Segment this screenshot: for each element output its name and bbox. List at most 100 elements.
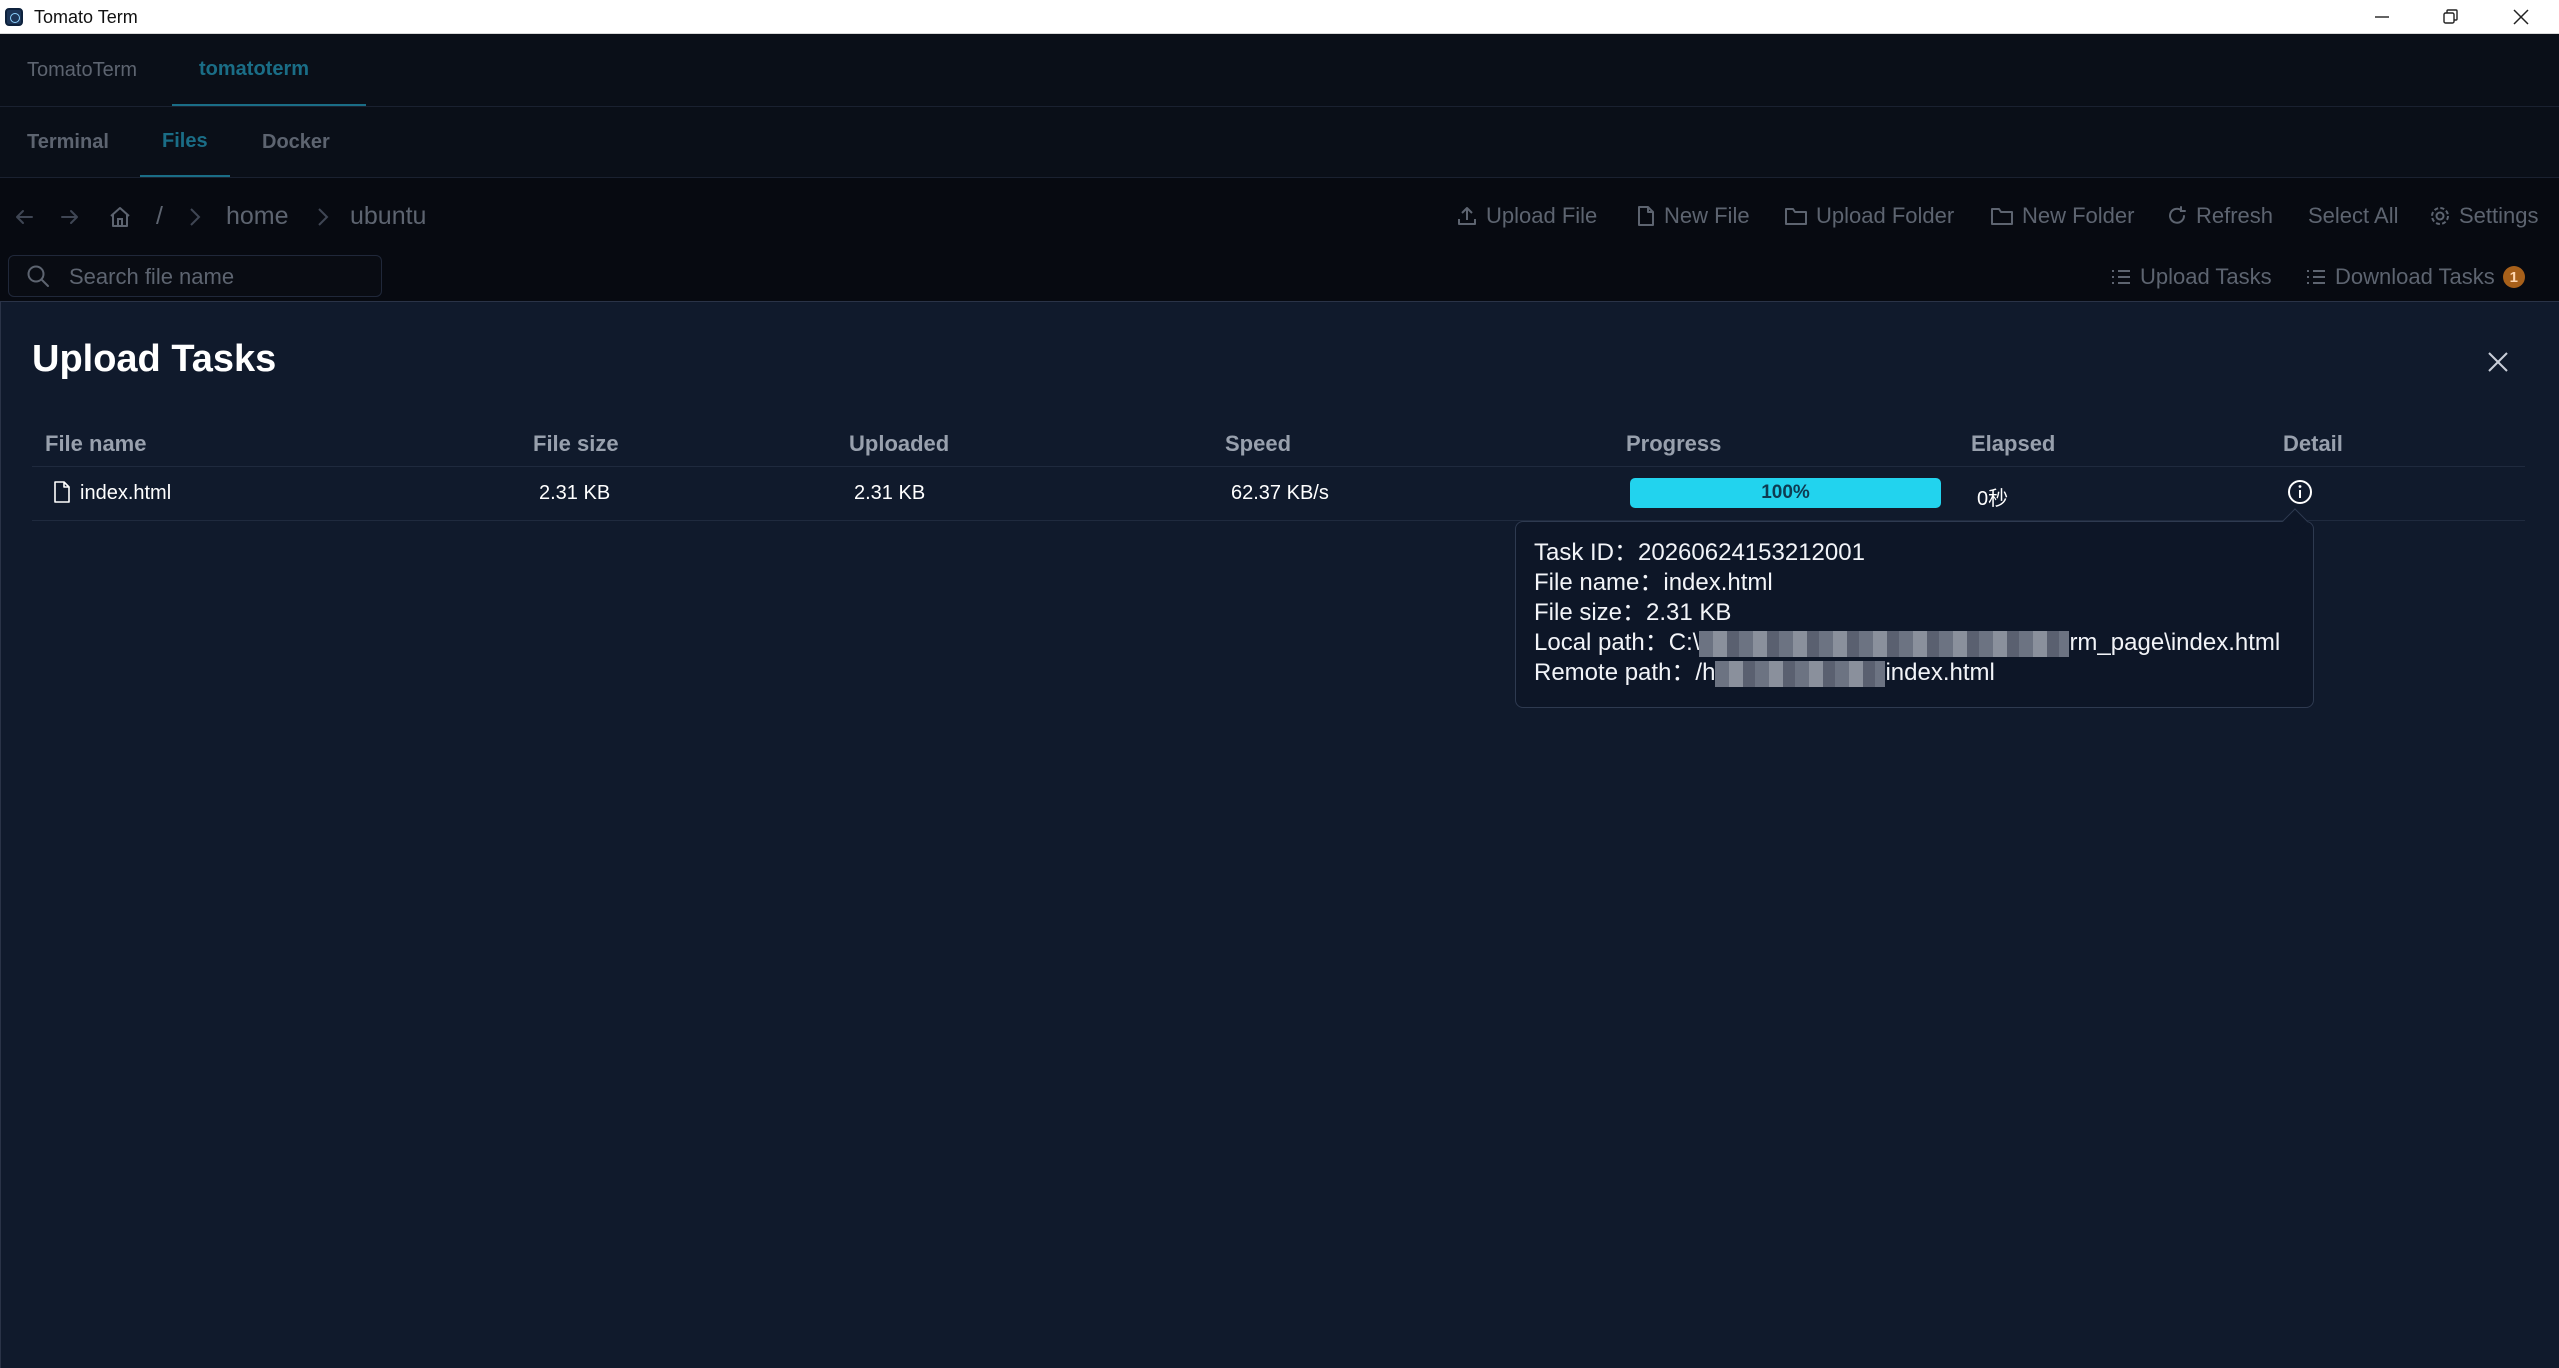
row-detail-button[interactable]: [2286, 478, 2314, 506]
tooltip-task-id-label: Task ID：: [1534, 539, 1639, 566]
settings-label: Settings: [2459, 203, 2539, 228]
refresh-icon: [2169, 206, 2186, 224]
column-header-file-size: File size: [533, 431, 619, 456]
file-plus-icon: [1638, 206, 1654, 226]
row-progress-bar: 100%: [1630, 478, 1941, 508]
tooltip-file-size-value: 2.31 KB: [1646, 599, 1732, 626]
folder-plus-icon: [1991, 208, 2013, 225]
tooltip-task-id: Task ID：20260624153212001: [1534, 538, 2295, 568]
download-tasks-button[interactable]: Download Tasks 1: [2305, 264, 2525, 290]
row-speed: 62.37 KB/s: [1231, 482, 1329, 504]
tooltip-remote-path: Remote path：/h index.html: [1534, 658, 2295, 688]
home-button[interactable]: [107, 204, 133, 230]
tab-docker[interactable]: Docker: [262, 107, 330, 177]
tab-files[interactable]: Files: [140, 107, 230, 177]
sub-tab-bar: Terminal Files Docker: [0, 107, 2559, 178]
row-uploaded: 2.31 KB: [854, 482, 926, 504]
download-tasks-label: Download Tasks: [2335, 264, 2495, 289]
tooltip-task-id-value: 20260624153212001: [1638, 539, 1865, 566]
breadcrumb-root[interactable]: /: [156, 202, 163, 231]
row-elapsed: 0秒: [1977, 488, 2009, 510]
upload-icon: [1458, 207, 1476, 225]
task-detail-tooltip: Task ID：20260624153212001 File name：inde…: [1515, 521, 2314, 708]
close-icon: [2513, 9, 2529, 25]
minimize-button[interactable]: [2348, 0, 2416, 34]
tooltip-file-name-label: File name：: [1534, 569, 1664, 596]
breadcrumb-separator-icon: [184, 206, 206, 228]
column-header-file-name: File name: [45, 431, 147, 456]
new-file-label: New File: [1664, 203, 1750, 228]
table-header-divider: [32, 466, 2525, 467]
home-icon: [110, 207, 130, 227]
select-all-label: Select All: [2308, 203, 2399, 228]
row-file-name: index.html: [80, 482, 172, 504]
column-header-speed: Speed: [1225, 431, 1292, 456]
search-field[interactable]: [8, 255, 382, 297]
arrow-left-icon: [16, 210, 33, 224]
workspace-tab-bar: TomatoTerm tomatoterm: [0, 34, 2559, 107]
new-folder-button[interactable]: New Folder: [1990, 203, 2134, 229]
upload-file-label: Upload File: [1486, 203, 1598, 228]
upload-tasks-button[interactable]: Upload Tasks: [2110, 264, 2272, 290]
close-icon: [2488, 352, 2508, 372]
tooltip-file-size-label: File size：: [1534, 599, 1647, 626]
tooltip-local-path-start: C:\: [1668, 629, 1700, 656]
tooltip-remote-path-start: /h: [1695, 659, 1716, 686]
column-header-progress: Progress: [1626, 431, 1722, 456]
panel-title: Upload Tasks: [32, 338, 277, 380]
refresh-label: Refresh: [2196, 203, 2274, 228]
tooltip-remote-path-end: index.html: [1885, 659, 1995, 686]
arrow-right-icon: [61, 210, 78, 224]
minimize-icon: [2375, 16, 2389, 18]
close-window-button[interactable]: [2487, 0, 2555, 34]
app-logo-icon: [5, 8, 23, 26]
select-all-button[interactable]: Select All: [2308, 203, 2399, 229]
column-header-detail: Detail: [2283, 431, 2343, 456]
new-file-button[interactable]: New File: [1636, 203, 1750, 229]
restore-button[interactable]: [2417, 0, 2485, 34]
window-titlebar: Tomato Term: [0, 0, 2559, 34]
upload-folder-button[interactable]: Upload Folder: [1784, 203, 1954, 229]
restore-icon: [2443, 9, 2458, 24]
tooltip-local-path: Local path：C:\ rm_page\index.html: [1534, 628, 2295, 658]
tooltip-remote-path-label: Remote path：: [1534, 659, 1696, 686]
settings-button[interactable]: Settings: [2429, 203, 2539, 229]
tab-terminal[interactable]: Terminal: [27, 107, 109, 177]
upload-tasks-label: Upload Tasks: [2140, 264, 2272, 289]
tooltip-file-name: File name：index.html: [1534, 568, 2295, 598]
column-header-uploaded: Uploaded: [849, 431, 950, 456]
file-icon: [54, 481, 70, 503]
tooltip-local-path-end: rm_page\index.html: [2069, 629, 2281, 656]
tooltip-file-size: File size：2.31 KB: [1534, 598, 2295, 628]
window-title: Tomato Term: [34, 7, 138, 27]
workspace-tab-tomatoterm-app[interactable]: TomatoTerm: [0, 34, 172, 106]
upload-file-button[interactable]: Upload File: [1456, 203, 1597, 229]
folder-upload-icon: [1785, 208, 1807, 225]
forward-button[interactable]: [58, 205, 82, 229]
breadcrumb-ubuntu[interactable]: ubuntu: [350, 202, 426, 231]
tooltip-file-name-value: index.html: [1663, 569, 1773, 596]
breadcrumb-home[interactable]: home: [226, 202, 289, 231]
search-input[interactable]: [67, 262, 371, 292]
search-icon: [27, 265, 49, 287]
upload-folder-label: Upload Folder: [1816, 203, 1955, 228]
upload-tasks-panel: [0, 301, 2559, 1368]
back-button[interactable]: [12, 205, 36, 229]
list-icon: [2307, 270, 2325, 284]
list-icon: [2112, 270, 2130, 284]
info-icon: [2288, 480, 2312, 504]
download-tasks-count-badge: 1: [2502, 266, 2525, 288]
gear-icon: [2431, 207, 2449, 225]
refresh-button[interactable]: Refresh: [2166, 203, 2273, 229]
close-panel-button[interactable]: [2481, 345, 2515, 379]
tooltip-local-path-label: Local path：: [1534, 629, 1669, 656]
redacted-region: [1715, 660, 1886, 687]
breadcrumb-separator-icon: [312, 206, 334, 228]
progress-label: 100%: [1761, 482, 1810, 503]
redacted-region: [1699, 630, 2070, 657]
row-file-size: 2.31 KB: [539, 482, 611, 504]
workspace-tab-tomatoterm[interactable]: tomatoterm: [172, 34, 366, 106]
tab-files-label: Files: [162, 129, 208, 152]
column-header-elapsed: Elapsed: [1971, 431, 2056, 456]
new-folder-label: New Folder: [2022, 203, 2135, 228]
